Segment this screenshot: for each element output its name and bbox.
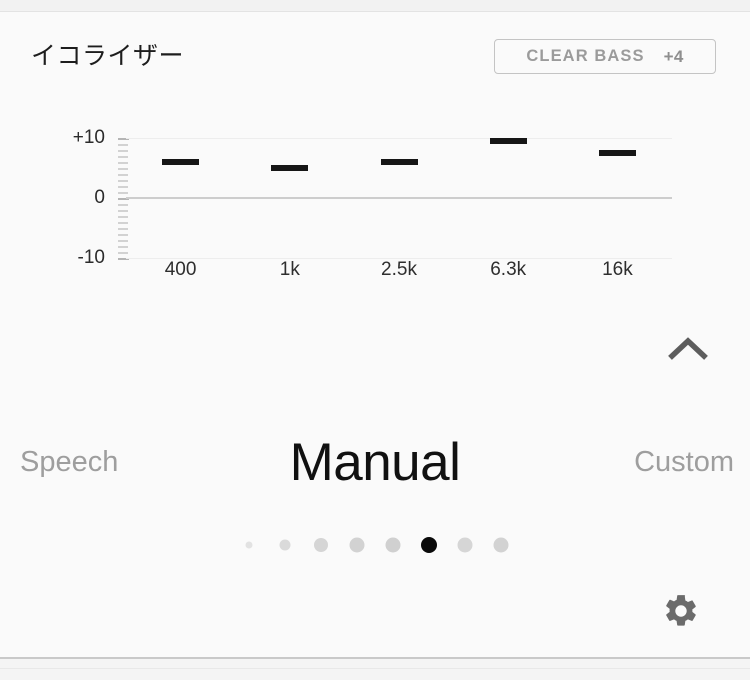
- page-dot[interactable]: [349, 537, 365, 553]
- eq-band-400[interactable]: [162, 159, 200, 165]
- y-axis-label: +10: [72, 127, 105, 148]
- x-axis-label-2.5k: 2.5k: [381, 259, 417, 280]
- preset-next[interactable]: Custom: [634, 446, 734, 479]
- equalizer-plot-area: [126, 138, 672, 259]
- x-axis-label-400: 400: [164, 259, 197, 280]
- x-axis-label-16k: 16k: [602, 259, 633, 280]
- carousel-page-indicator[interactable]: [0, 531, 750, 559]
- preset-carousel[interactable]: Speech Manual Custom: [0, 424, 750, 502]
- x-axis-label-1k: 1k: [279, 259, 300, 280]
- eq-band-1k[interactable]: [271, 165, 309, 171]
- window-bottom-strip: [0, 659, 750, 680]
- page-dot-active[interactable]: [421, 537, 437, 553]
- bottom-hairline: [0, 668, 750, 669]
- gridline-0: [126, 197, 672, 199]
- page-dot[interactable]: [245, 541, 253, 549]
- y-axis-label: -10: [77, 247, 105, 268]
- gridline-10: [126, 138, 672, 139]
- gear-icon[interactable]: [662, 592, 700, 630]
- page-dot[interactable]: [279, 539, 291, 551]
- page-dot[interactable]: [314, 538, 328, 552]
- chevron-up-icon[interactable]: [664, 330, 712, 368]
- page-dot[interactable]: [493, 537, 509, 553]
- eq-band-6.3k[interactable]: [489, 138, 527, 144]
- y-axis-label: 0: [94, 187, 105, 208]
- eq-band-2.5k[interactable]: [380, 159, 418, 165]
- eq-band-16k[interactable]: [598, 150, 636, 156]
- y-axis-labels: +10 0 -10: [55, 0, 105, 300]
- page-dot[interactable]: [457, 537, 473, 553]
- page-dot[interactable]: [385, 537, 401, 553]
- x-axis-label-6.3k: 6.3k: [490, 259, 527, 280]
- equalizer-chart: +10 0 -10 400 1k 2.5k 6.3k 16k: [0, 0, 750, 300]
